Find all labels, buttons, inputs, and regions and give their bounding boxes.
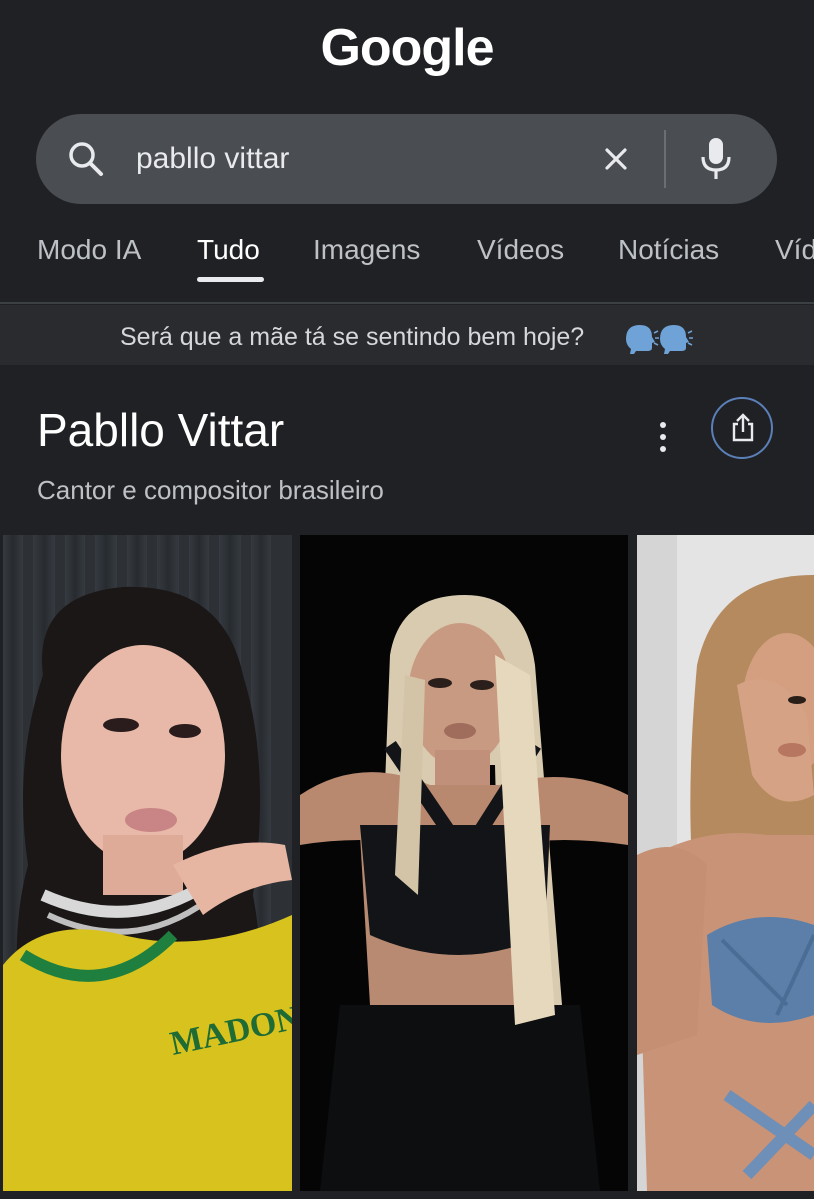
photo-black-top-blonde[interactable]: [300, 535, 628, 1191]
more-vertical-icon[interactable]: [652, 417, 674, 457]
google-logo[interactable]: Google: [0, 18, 814, 78]
close-icon[interactable]: [599, 142, 633, 176]
search-icon[interactable]: [66, 139, 106, 179]
tab-noticias[interactable]: Notícias: [618, 234, 719, 266]
search-tabs: Modo IA Tudo Imagens Vídeos Notícias Víd: [0, 226, 814, 302]
page: Google Modo IA Tudo Imagens Vídeos Notíc…: [0, 0, 814, 1199]
search-input[interactable]: [136, 136, 576, 182]
tab-videos[interactable]: Vídeos: [477, 234, 564, 266]
photo-denim-top[interactable]: [637, 535, 814, 1191]
tab-imagens[interactable]: Imagens: [313, 234, 420, 266]
image-gallery: MADONNA: [0, 535, 814, 1195]
tabs-divider: [0, 302, 814, 304]
entity-title[interactable]: Pabllo Vittar: [37, 403, 284, 457]
speaking-head-icon: [626, 325, 693, 354]
tab-tudo[interactable]: Tudo: [197, 234, 260, 266]
notice-text: Será que a mãe tá se sentindo bem hoje?: [120, 323, 585, 351]
tab-videos-curtos[interactable]: Víd: [775, 234, 814, 266]
entity-subtitle: Cantor e compositor brasileiro: [37, 475, 384, 505]
notice-banner: Será que a mãe tá se sentindo bem hoje?: [0, 305, 814, 365]
tab-modo-ia[interactable]: Modo IA: [37, 234, 141, 266]
share-icon: [732, 413, 754, 442]
knowledge-panel: Pabllo Vittar Cantor e compositor brasil…: [0, 365, 814, 1199]
search-divider: [664, 130, 666, 188]
active-tab-indicator: [197, 277, 264, 282]
search-bar[interactable]: [36, 114, 777, 204]
photo-yellow-jersey[interactable]: MADONNA: [3, 535, 292, 1191]
share-button[interactable]: [711, 397, 773, 459]
mic-icon[interactable]: [696, 136, 736, 182]
